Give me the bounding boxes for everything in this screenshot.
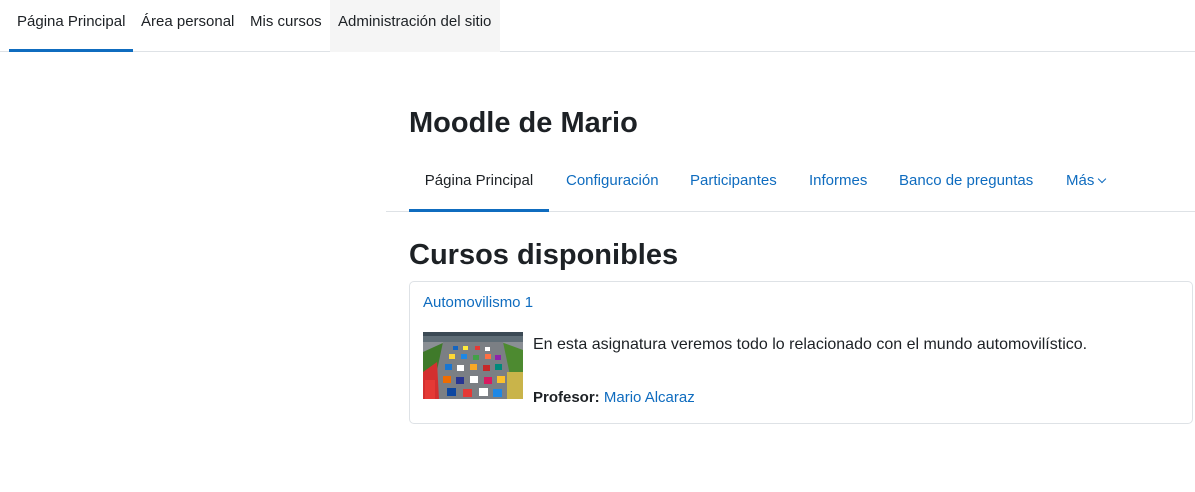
course-summary: En esta asignatura veremos todo lo relac… xyxy=(533,336,1088,353)
tab-more-label: Más xyxy=(1066,172,1095,189)
nav-item-dashboard[interactable]: Área personal xyxy=(141,0,234,52)
course-image xyxy=(423,332,523,399)
nav-item-home[interactable]: Página Principal xyxy=(9,0,133,52)
tab-participants[interactable]: Participantes xyxy=(690,150,777,212)
nav-item-site-admin[interactable]: Administración del sitio xyxy=(330,0,500,52)
secondary-navigation: Página Principal Configuración Participa… xyxy=(386,150,1195,212)
chevron-down-icon xyxy=(1098,174,1107,184)
primary-navigation: Página Principal Área personal Mis curso… xyxy=(0,0,1195,52)
tab-more[interactable]: Más xyxy=(1066,150,1107,212)
tab-reports[interactable]: Informes xyxy=(809,150,867,212)
tab-question-bank[interactable]: Banco de preguntas xyxy=(899,150,1033,212)
course-teacher: Profesor: Mario Alcaraz xyxy=(533,389,695,406)
course-card: Automovilismo 1 En esta asignatura verem… xyxy=(409,281,1193,424)
available-courses-heading: Cursos disponibles xyxy=(409,239,679,271)
teacher-label: Profesor: xyxy=(533,389,600,406)
course-link[interactable]: Automovilismo 1 xyxy=(423,294,533,311)
tab-home[interactable]: Página Principal xyxy=(409,150,549,212)
nav-item-my-courses[interactable]: Mis cursos xyxy=(250,0,322,52)
page-title: Moodle de Mario xyxy=(409,107,638,139)
tab-settings[interactable]: Configuración xyxy=(566,150,659,212)
teacher-link[interactable]: Mario Alcaraz xyxy=(604,389,695,406)
